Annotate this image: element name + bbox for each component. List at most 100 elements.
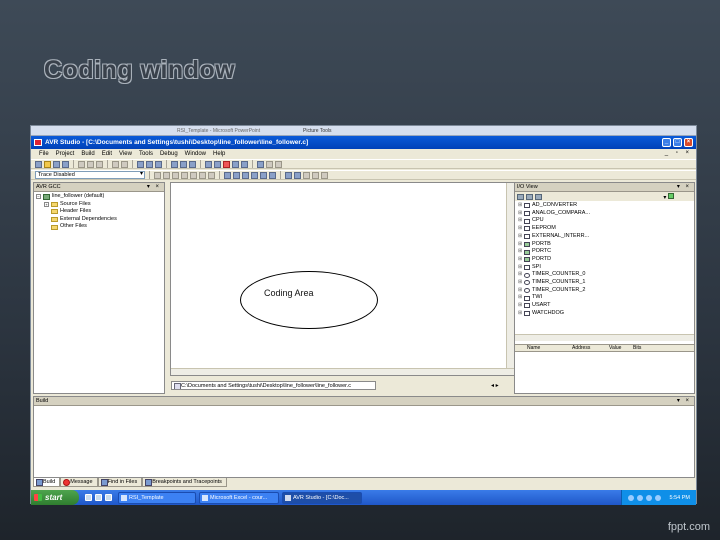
desktop-icon[interactable] <box>95 494 102 501</box>
step-over-icon[interactable] <box>275 160 282 168</box>
find-icon[interactable] <box>137 160 144 168</box>
find-next-icon[interactable] <box>146 160 153 168</box>
file-tab-nav[interactable]: ◂ ▸ <box>491 382 499 389</box>
step-into-icon[interactable] <box>181 171 188 179</box>
connect-icon[interactable] <box>241 160 248 168</box>
replace-icon[interactable] <box>155 160 162 168</box>
build-icon[interactable] <box>214 160 221 168</box>
show-next-icon[interactable] <box>208 171 215 179</box>
menu-project[interactable]: Project <box>56 151 75 157</box>
copy-icon[interactable] <box>87 160 94 168</box>
menu-tools[interactable]: Tools <box>139 151 153 157</box>
step-out-icon[interactable] <box>190 171 197 179</box>
compile-icon[interactable] <box>205 160 212 168</box>
io-item[interactable]: ⊞ EXTERNAL_INTERR... <box>518 233 694 241</box>
window-icon[interactable] <box>294 171 301 179</box>
io-item[interactable]: ⊞ CPU <box>518 217 694 225</box>
io-item[interactable]: ⊞ ANALOG_COMPARA... <box>518 210 694 218</box>
stop-icon[interactable] <box>223 160 230 168</box>
editor-file-tab[interactable]: C:\Documents and Settings\tushi\Desktop\… <box>171 381 376 390</box>
io-view-mode-icon[interactable] <box>517 193 524 200</box>
io-item[interactable]: ⊞ WATCHDOG <box>518 310 694 318</box>
cut-icon[interactable] <box>78 160 85 168</box>
open-folder-icon[interactable] <box>44 160 51 168</box>
column-bits[interactable]: Bits <box>633 345 641 352</box>
reset-icon[interactable] <box>172 171 179 179</box>
clock[interactable]: 5:54 PM <box>670 495 690 501</box>
io-item[interactable]: ⊞ EEPROM <box>518 225 694 233</box>
save-icon[interactable] <box>53 160 60 168</box>
pane-controls[interactable]: ▾ × <box>677 397 691 406</box>
indent-icon[interactable] <box>180 160 187 168</box>
tab-find-in-files[interactable]: Find in Files <box>97 478 143 487</box>
minimize-button[interactable]: _ <box>662 138 671 147</box>
editor-horizontal-scrollbar[interactable] <box>171 368 514 375</box>
menu-debug[interactable]: Debug <box>160 151 178 157</box>
io-item[interactable]: ⊞ SPI <box>518 264 694 272</box>
media-icon[interactable] <box>105 494 112 501</box>
help-icon[interactable] <box>312 171 319 179</box>
trace-select[interactable]: Trace Disabled <box>35 171 145 179</box>
menu-help[interactable]: Help <box>213 151 225 157</box>
tab-message[interactable]: Message <box>60 478 98 487</box>
io-item[interactable]: ⊞ AD_CONVERTER <box>518 202 694 210</box>
breakpoint-icon[interactable] <box>224 171 231 179</box>
io-filter-dropdown[interactable]: ▾ <box>663 192 674 201</box>
task-powerpoint[interactable]: RSI_Template <box>118 491 196 504</box>
menu-build[interactable]: Build <box>81 151 94 157</box>
io-view-horizontal-scrollbar[interactable] <box>515 334 694 341</box>
processor-icon[interactable] <box>269 171 276 179</box>
outdent-icon[interactable] <box>189 160 196 168</box>
io-item[interactable]: ⊞ PORTD <box>518 256 694 264</box>
tree-item[interactable]: Header Files <box>36 208 164 216</box>
build-output-pane[interactable]: Build ▾ × <box>33 396 695 478</box>
task-avr-studio[interactable]: AVR Studio - [C:\Doc... <box>282 491 362 504</box>
picture-tools-tab[interactable]: Picture Tools <box>303 128 332 134</box>
tab-breakpoints[interactable]: Breakpoints and Tracepoints <box>142 478 227 487</box>
pane-controls[interactable]: ▾ × <box>147 183 161 192</box>
menu-window[interactable]: Window <box>185 151 206 157</box>
tree-root[interactable]: − line_follower (default) <box>36 193 164 201</box>
maximize-button[interactable]: □ <box>673 138 682 147</box>
register-icon[interactable] <box>251 171 258 179</box>
redo-icon[interactable] <box>121 160 128 168</box>
undo-icon[interactable] <box>112 160 119 168</box>
memory-icon[interactable] <box>242 171 249 179</box>
run-to-cursor-icon[interactable] <box>199 171 206 179</box>
menu-edit[interactable]: Edit <box>102 151 112 157</box>
io-view-list-icon[interactable] <box>526 193 533 200</box>
task-excel[interactable]: Microsoft Excel - cour... <box>199 491 279 504</box>
mdi-controls[interactable]: _ ▫ × <box>665 150 692 156</box>
io-item[interactable]: ⊞ TIMER_COUNTER_1 <box>518 279 694 287</box>
tree-item[interactable]: Other Files <box>36 223 164 231</box>
update-icon[interactable] <box>654 494 661 501</box>
start-button[interactable]: start <box>31 490 79 505</box>
run-icon[interactable] <box>154 171 161 179</box>
io-item[interactable]: ⊞ USART <box>518 302 694 310</box>
tab-build[interactable]: Build <box>33 478 61 487</box>
column-value[interactable]: Value <box>609 345 621 352</box>
menu-view[interactable]: View <box>119 151 132 157</box>
column-name[interactable]: Name <box>527 345 540 352</box>
io-item[interactable]: ⊞ PORTB <box>518 241 694 249</box>
volume-icon[interactable] <box>636 494 643 501</box>
io-item[interactable]: ⊞ PORTC <box>518 248 694 256</box>
break-icon[interactable] <box>163 171 170 179</box>
paste-icon[interactable] <box>96 160 103 168</box>
io-item[interactable]: ⊞ TIMER_COUNTER_2 <box>518 287 694 295</box>
menu-file[interactable]: File <box>39 151 49 157</box>
io-item[interactable]: ⊞ TWI <box>518 294 694 302</box>
watch-icon[interactable] <box>233 171 240 179</box>
tree-item[interactable]: External Dependencies <box>36 216 164 224</box>
io-view-tree-icon[interactable] <box>535 193 542 200</box>
program-icon[interactable] <box>232 160 239 168</box>
browser-icon[interactable] <box>85 494 92 501</box>
network-icon[interactable] <box>627 494 634 501</box>
step-icon[interactable] <box>266 160 273 168</box>
column-address[interactable]: Address <box>572 345 590 352</box>
close-button[interactable]: × <box>684 138 693 147</box>
tree-item[interactable]: + Source Files <box>36 201 164 209</box>
security-icon[interactable] <box>645 494 652 501</box>
new-file-icon[interactable] <box>35 160 42 168</box>
pane-controls[interactable]: ▾ × <box>677 183 691 192</box>
